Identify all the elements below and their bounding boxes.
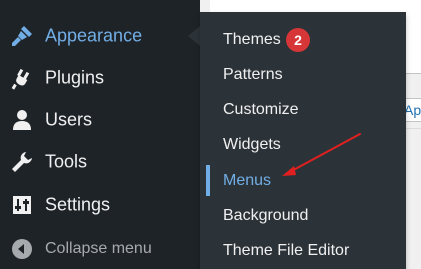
flyout-pointer <box>188 26 200 46</box>
appearance-submenu: Themes 2 Patterns Customize Widgets Menu… <box>200 12 406 269</box>
wrench-icon <box>10 150 34 174</box>
submenu-item-label: Patterns <box>223 65 283 83</box>
submenu-item-widgets[interactable]: Widgets <box>200 127 406 162</box>
wp-admin-screen: Ap Appearance Plugins Users Tools Settin… <box>0 0 421 269</box>
collapse-arrow-icon <box>10 237 34 261</box>
menu-item-label: Settings <box>45 194 111 215</box>
menu-item-label: Users <box>45 109 93 130</box>
submenu-item-customize[interactable]: Customize <box>200 92 406 127</box>
submenu-item-menus[interactable]: Menus <box>200 163 406 198</box>
submenu-item-label: Themes <box>223 30 281 48</box>
menu-item-appearance[interactable]: Appearance <box>0 16 200 56</box>
submenu-item-label: Menus <box>223 171 272 189</box>
menu-item-label: Plugins <box>45 67 105 88</box>
submenu-item-themes[interactable]: Themes 2 <box>200 22 406 57</box>
submenu-item-theme-file-editor[interactable]: Theme File Editor <box>200 233 406 268</box>
paintbrush-icon <box>10 24 34 48</box>
menu-item-users[interactable]: Users <box>0 100 200 140</box>
menu-item-label: Appearance <box>45 25 143 46</box>
user-icon <box>10 108 34 132</box>
update-count-badge: 2 <box>286 27 310 52</box>
submenu-item-label: Customize <box>223 100 299 118</box>
menu-item-plugins[interactable]: Plugins <box>0 58 200 98</box>
submenu-item-label: Background <box>223 206 309 224</box>
plugin-icon <box>10 66 34 90</box>
submenu-item-label: Widgets <box>223 135 281 153</box>
admin-sidebar: Appearance Plugins Users Tools Settings … <box>0 0 200 269</box>
menu-item-settings[interactable]: Settings <box>0 185 200 225</box>
submenu-item-background[interactable]: Background <box>200 198 406 233</box>
menu-item-tools[interactable]: Tools <box>0 142 200 182</box>
collapse-menu-label: Collapse menu <box>45 240 152 257</box>
submenu-item-patterns[interactable]: Patterns <box>200 57 406 92</box>
settings-sliders-icon <box>10 193 34 217</box>
submenu-item-label: Theme File Editor <box>223 241 350 259</box>
collapse-menu-button[interactable]: Collapse menu <box>0 229 200 269</box>
menu-item-label: Tools <box>45 151 88 172</box>
